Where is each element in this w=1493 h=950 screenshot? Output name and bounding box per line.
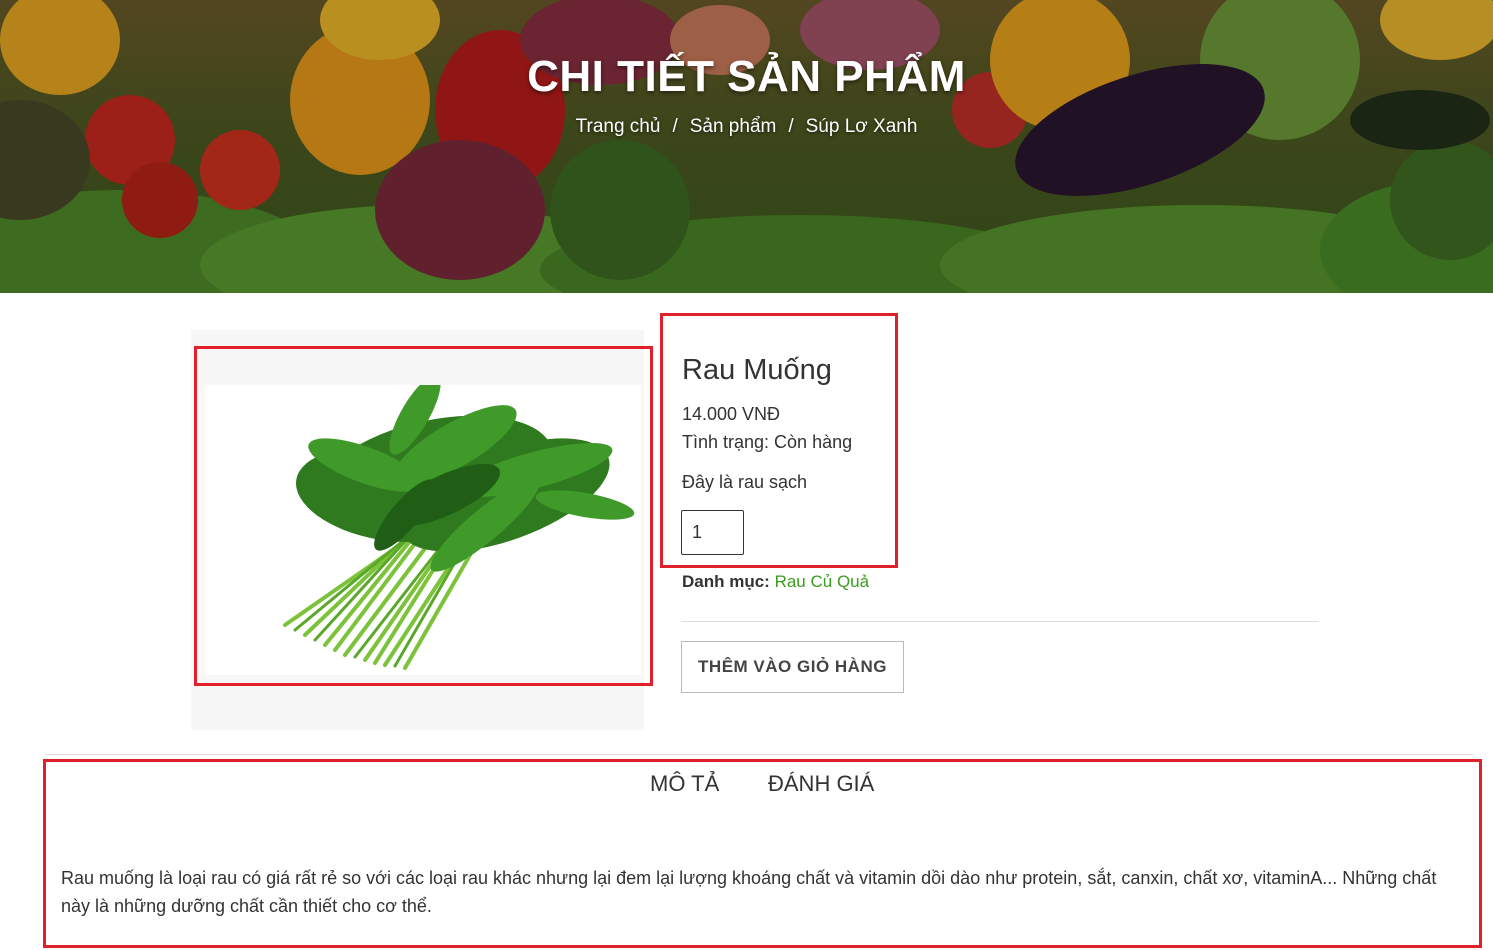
divider	[681, 621, 1319, 622]
tab-description[interactable]: MÔ TẢ	[650, 771, 719, 797]
page-title: CHI TIẾT SẢN PHẨM	[527, 52, 966, 101]
quantity-input[interactable]	[681, 510, 744, 555]
page-banner: CHI TIẾT SẢN PHẨM Trang chủ / Sản phẩm / Súp…	[0, 0, 1493, 293]
breadcrumb-home-link[interactable]: Trang chủ	[576, 116, 661, 137]
category-link[interactable]: Rau Củ Quả	[775, 572, 870, 591]
product-price: 14.000 VNĐ	[682, 404, 781, 424]
tab-review[interactable]: ĐÁNH GIÁ	[768, 771, 874, 797]
product-image	[205, 375, 641, 675]
breadcrumb-products-link[interactable]: Sản phẩm	[690, 116, 777, 137]
product-name: Rau Muống	[682, 354, 832, 386]
breadcrumb: Trang chủ / Sản phẩm / Súp Lơ Xanh	[0, 116, 1493, 138]
product-short-description: Đây là rau sạch	[682, 472, 808, 492]
breadcrumb-separator: /	[788, 116, 794, 137]
product-description-text: Rau muống là loại rau có giá rất rẻ so v…	[61, 868, 1437, 916]
add-to-cart-button[interactable]: THÊM VÀO GIỎ HÀNG	[681, 641, 904, 693]
water-spinach-image	[283, 375, 635, 670]
section-divider	[45, 754, 1473, 755]
banner-overlay	[0, 0, 1493, 293]
breadcrumb-current: Súp Lơ Xanh	[805, 116, 918, 137]
category-label: Danh mục:	[682, 572, 770, 591]
product-stock-status: Tình trạng: Còn hàng	[682, 432, 853, 452]
breadcrumb-separator: /	[672, 116, 678, 137]
category-row: Danh mục: Rau Củ Quả	[682, 572, 869, 592]
